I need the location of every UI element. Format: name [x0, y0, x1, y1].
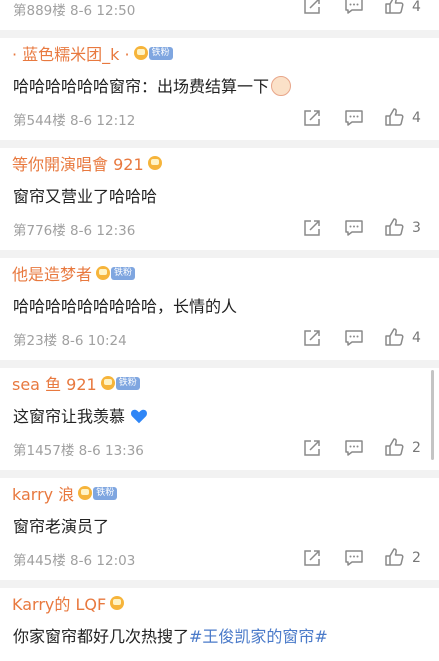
crown-badge-icon	[147, 156, 162, 170]
separator	[0, 470, 439, 478]
comment-partial-top: 第889楼 8-6 12:50 4	[0, 0, 439, 22]
comment-author-row: sea 鱼 921 铁粉	[12, 371, 140, 395]
crown-badge-icon	[100, 376, 115, 390]
comment-meta: 第889楼 8-6 12:50	[13, 3, 136, 19]
comment-username[interactable]: 他是造梦者	[12, 261, 92, 285]
comment-icon[interactable]	[344, 438, 364, 458]
like-icon[interactable]	[384, 547, 404, 567]
comment-username[interactable]: sea 鱼 921	[12, 371, 97, 395]
fan-badge: 铁粉	[93, 486, 118, 500]
comment-author-row: 等你開演唱會 921	[12, 151, 162, 175]
blue-heart-emoji	[131, 409, 148, 424]
comment-meta: 第776楼 8-6 12:36	[13, 223, 136, 239]
comment-icon[interactable]	[344, 548, 364, 568]
comment-icon[interactable]	[344, 108, 364, 128]
comment-meta: 第23楼 8-6 10:24	[13, 333, 127, 349]
share-icon[interactable]	[302, 218, 322, 238]
scrollbar[interactable]	[431, 370, 434, 460]
like-icon[interactable]	[384, 107, 404, 127]
like-icon[interactable]	[384, 217, 404, 237]
separator	[0, 360, 439, 368]
comment-content: 哈哈哈哈哈哈窗帘：出场费结算一下	[13, 73, 292, 97]
fan-badge: 铁粉	[111, 266, 136, 280]
comment-icon[interactable]	[344, 218, 364, 238]
comment-meta: 第1457楼 8-6 13:36	[13, 443, 144, 459]
separator	[0, 140, 439, 148]
comment-meta: 第544楼 8-6 12:12	[13, 113, 136, 129]
like-icon[interactable]	[384, 327, 404, 347]
like-count: 4	[412, 110, 421, 126]
comment-item: Karry的 LQF 你家窗帘都好几次热搜了#王俊凯家的窗帘#	[0, 588, 439, 661]
hashtag-link[interactable]: #王俊凯家的窗帘#	[189, 627, 328, 646]
comment-username[interactable]: Karry的 LQF	[12, 591, 106, 615]
like-count: 2	[412, 550, 421, 566]
separator	[0, 30, 439, 38]
like-icon[interactable]	[384, 437, 404, 457]
comment-author-row: karry 浪 铁粉	[12, 481, 118, 505]
comment-icon[interactable]	[344, 0, 364, 16]
fan-badge: 铁粉	[115, 376, 140, 390]
comment-content: 这窗帘让我羡慕	[13, 403, 148, 427]
crown-badge-icon	[78, 486, 93, 500]
like-count: 4	[412, 330, 421, 346]
share-icon[interactable]	[302, 548, 322, 568]
comment-username[interactable]: · 蓝色糯米团_k ·	[12, 41, 130, 65]
comment-author-row: Karry的 LQF	[12, 591, 125, 615]
comment-item: · 蓝色糯米团_k · 铁粉 哈哈哈哈哈哈窗帘：出场费结算一下 第544楼 8-…	[0, 38, 439, 138]
like-icon[interactable]	[384, 0, 404, 15]
comment-text: 这窗帘让我羡慕	[13, 407, 126, 426]
crown-badge-icon	[96, 266, 111, 280]
comment-text: 你家窗帘都好几次热搜了	[13, 627, 190, 646]
share-icon[interactable]	[302, 328, 322, 348]
like-count: 4	[412, 0, 421, 15]
comment-username[interactable]: 等你開演唱會 921	[12, 151, 144, 175]
comment-author-row: · 蓝色糯米团_k · 铁粉	[12, 41, 173, 65]
share-icon[interactable]	[302, 108, 322, 128]
share-icon[interactable]	[302, 438, 322, 458]
fan-badge: 铁粉	[148, 46, 173, 60]
comment-username[interactable]: karry 浪	[12, 481, 74, 505]
comment-icon[interactable]	[344, 328, 364, 348]
like-count: 2	[412, 440, 421, 456]
comment-item: sea 鱼 921 铁粉 这窗帘让我羡慕 第1457楼 8-6 13:36 2	[0, 368, 439, 468]
comment-item: 他是造梦者 铁粉 哈哈哈哈哈哈哈哈哈，长情的人 第23楼 8-6 10:24 4	[0, 258, 439, 358]
comment-author-row: 他是造梦者 铁粉	[12, 261, 136, 285]
like-count: 3	[412, 220, 421, 236]
comment-item: 等你開演唱會 921 窗帘又营业了哈哈哈 第776楼 8-6 12:36 3	[0, 148, 439, 248]
face-emoji	[271, 76, 292, 96]
comment-text: 窗帘老演员了	[13, 517, 110, 536]
separator	[0, 250, 439, 258]
comment-item: karry 浪 铁粉 窗帘老演员了 第445楼 8-6 12:03 2	[0, 478, 439, 578]
crown-badge-icon	[110, 596, 125, 610]
comment-meta: 第445楼 8-6 12:03	[13, 553, 136, 569]
share-icon[interactable]	[302, 0, 322, 16]
crown-badge-icon	[133, 46, 148, 60]
separator	[0, 580, 439, 588]
comment-text: 哈哈哈哈哈哈哈哈哈，长情的人	[13, 297, 238, 316]
comment-content: 你家窗帘都好几次热搜了#王俊凯家的窗帘#	[13, 623, 328, 647]
comment-text: 窗帘又营业了哈哈哈	[13, 187, 158, 206]
comment-text: 哈哈哈哈哈哈窗帘：出场费结算一下	[13, 77, 270, 96]
